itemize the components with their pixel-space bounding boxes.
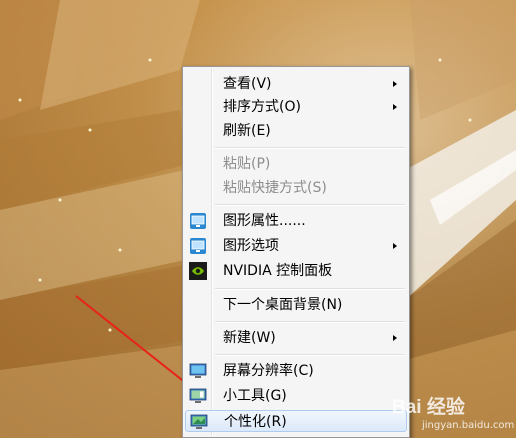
watermark-site: jingyan.baidu.com bbox=[422, 420, 515, 431]
menu-separator bbox=[215, 354, 405, 356]
menu-separator bbox=[215, 147, 405, 149]
menu-item-label: NVIDIA 控制面板 bbox=[223, 263, 333, 279]
menu-item-label: 粘贴快捷方式(S) bbox=[223, 180, 327, 196]
menu-item-refresh[interactable]: 刷新(E) bbox=[185, 120, 407, 142]
submenu-arrow-icon bbox=[393, 243, 397, 249]
menu-item-label: 排序方式(O) bbox=[223, 99, 301, 115]
menu-item-label: 查看(V) bbox=[223, 76, 272, 92]
menu-item-graphics-properties[interactable]: 图形属性...... bbox=[185, 210, 407, 232]
menu-item-sort-by[interactable]: 排序方式(O) bbox=[185, 96, 407, 118]
graphics-monitor-icon bbox=[190, 238, 206, 254]
menu-item-label: 刷新(E) bbox=[223, 123, 271, 139]
menu-item-label: 个性化(R) bbox=[224, 414, 287, 430]
submenu-arrow-icon bbox=[393, 104, 397, 110]
menu-item-graphics-options[interactable]: 图形选项 bbox=[185, 235, 407, 257]
menu-item-label: 屏幕分辨率(C) bbox=[223, 363, 314, 379]
menu-item-new[interactable]: 新建(W) bbox=[185, 327, 407, 349]
menu-item-label: 新建(W) bbox=[223, 330, 276, 346]
display-icon bbox=[189, 363, 207, 378]
menu-item-screen-resolution[interactable]: 屏幕分辨率(C) bbox=[185, 360, 407, 382]
menu-item-label: 小工具(G) bbox=[223, 388, 287, 404]
submenu-arrow-icon bbox=[393, 81, 397, 87]
nvidia-logo-icon bbox=[189, 262, 207, 280]
menu-separator bbox=[215, 288, 405, 290]
personalize-icon bbox=[190, 414, 208, 429]
menu-item-gadgets[interactable]: 小工具(G) bbox=[185, 385, 407, 407]
baidu-jingyan-watermark: Bai 经验 jingyan.baidu.com bbox=[388, 388, 514, 436]
menu-item-label: 粘贴(P) bbox=[223, 156, 271, 172]
menu-item-nvidia-control-panel[interactable]: NVIDIA 控制面板 bbox=[185, 260, 407, 282]
desktop-context-menu: 查看(V) 排序方式(O) 刷新(E) 粘贴(P) 粘贴快捷方式(S) 图形属性… bbox=[182, 66, 410, 438]
menu-separator bbox=[215, 204, 405, 206]
menu-item-view[interactable]: 查看(V) bbox=[185, 73, 407, 95]
gadgets-icon bbox=[189, 388, 207, 403]
submenu-arrow-icon bbox=[393, 335, 397, 341]
menu-separator bbox=[215, 321, 405, 323]
graphics-monitor-icon bbox=[190, 213, 206, 229]
menu-item-paste: 粘贴(P) bbox=[185, 153, 407, 175]
menu-item-label: 下一个桌面背景(N) bbox=[223, 297, 343, 313]
menu-item-label: 图形选项 bbox=[223, 238, 279, 254]
menu-item-personalize[interactable]: 个性化(R) bbox=[185, 410, 407, 432]
menu-item-label: 图形属性...... bbox=[223, 213, 306, 229]
menu-item-paste-shortcut: 粘贴快捷方式(S) bbox=[185, 177, 407, 199]
watermark-logo: Bai 经验 bbox=[392, 397, 465, 418]
menu-item-next-desktop-background[interactable]: 下一个桌面背景(N) bbox=[185, 294, 407, 316]
